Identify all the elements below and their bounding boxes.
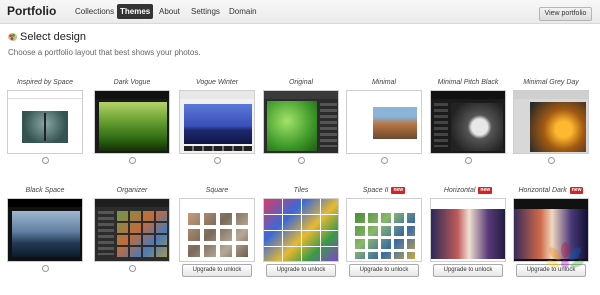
theme-thumbnail[interactable] [94,198,170,262]
upgrade-to-unlock-button[interactable]: Upgrade to unlock [349,264,419,277]
theme-thumbnail[interactable] [263,198,339,262]
theme-name: Minimal Grey Day [523,79,579,86]
theme-card-minimal-pitch-black: Minimal Pitch Black [430,78,506,188]
theme-thumbnail[interactable] [430,90,506,154]
view-portfolio-button[interactable]: View portfolio [539,7,592,21]
theme-name: Vogue Winter [195,79,239,86]
theme-card-original: Original [263,78,339,188]
theme-thumbnail[interactable] [346,90,422,154]
theme-thumbnail[interactable] [179,90,255,154]
theme-name: Inspired by Space [16,79,74,86]
theme-card-dark-vogue: Dark Vogue [94,78,170,188]
theme-radio[interactable] [298,157,305,164]
palette-icon [8,33,17,41]
theme-name: Space II [362,187,389,194]
theme-card-inspired-by-space: Inspired by Space [7,78,83,188]
new-badge: new [478,187,493,194]
theme-thumbnail[interactable] [7,198,83,262]
theme-name: Dark Vogue [113,79,151,86]
theme-card-space-ii: Space II new Upgrade to unlock [346,186,422,295]
top-bar: Portfolio Collections Themes About Setti… [0,0,600,24]
theme-name: Minimal [371,79,397,86]
theme-radio[interactable] [42,265,49,272]
nav-themes[interactable]: Themes [117,4,154,19]
theme-thumbnail[interactable] [430,198,506,262]
app-title: Portfolio [7,4,57,18]
theme-card-minimal-grey-day: Minimal Grey Day [513,78,589,188]
theme-card-square: Square Upgrade to unlock [179,186,255,295]
theme-thumbnail[interactable] [263,90,339,154]
theme-thumbnail[interactable] [179,198,255,262]
theme-thumbnail[interactable] [513,90,589,154]
nav-domain[interactable]: Domain [226,4,260,19]
upgrade-to-unlock-button[interactable]: Upgrade to unlock [266,264,336,277]
page-subtitle: Choose a portfolio layout that best show… [8,48,201,57]
new-badge: new [569,187,584,194]
theme-thumbnail[interactable] [7,90,83,154]
upgrade-to-unlock-button[interactable]: Upgrade to unlock [433,264,503,277]
theme-radio[interactable] [214,157,221,164]
theme-radio[interactable] [42,157,49,164]
nav-about[interactable]: About [156,4,183,19]
theme-name-row: Space II new [346,186,422,196]
theme-name: Organizer [116,187,148,194]
theme-thumbnail[interactable] [94,90,170,154]
theme-radio[interactable] [129,157,136,164]
theme-card-minimal: Minimal [346,78,422,188]
theme-radio[interactable] [465,157,472,164]
nav-collections[interactable]: Collections [72,4,117,19]
upgrade-to-unlock-button[interactable]: Upgrade to unlock [182,264,252,277]
theme-name-row: Horizontal Dark new [513,186,589,196]
new-badge: new [391,187,406,194]
theme-card-horizontal: Horizontal new Upgrade to unlock [430,186,506,295]
page-title: Select design [20,31,87,43]
theme-radio[interactable] [129,265,136,272]
theme-name: Horizontal [443,187,476,194]
theme-card-black-space: Black Space [7,186,83,295]
theme-name: Horizontal Dark [518,187,567,194]
nav-settings[interactable]: Settings [188,4,223,19]
theme-radio[interactable] [548,157,555,164]
watermark-logo [546,242,584,268]
theme-card-vogue-winter: Vogue Winter [179,78,255,188]
theme-name: Square [205,187,229,194]
theme-radio[interactable] [381,157,388,164]
theme-card-organizer: Organizer [94,186,170,295]
theme-thumbnail[interactable] [346,198,422,262]
theme-name: Black Space [25,187,65,194]
theme-name: Original [288,79,314,86]
theme-card-tiles: Tiles Upgrade to unlock [263,186,339,295]
theme-name-row: Horizontal new [430,186,506,196]
theme-name: Minimal Pitch Black [437,79,499,86]
theme-name: Tiles [293,187,309,194]
